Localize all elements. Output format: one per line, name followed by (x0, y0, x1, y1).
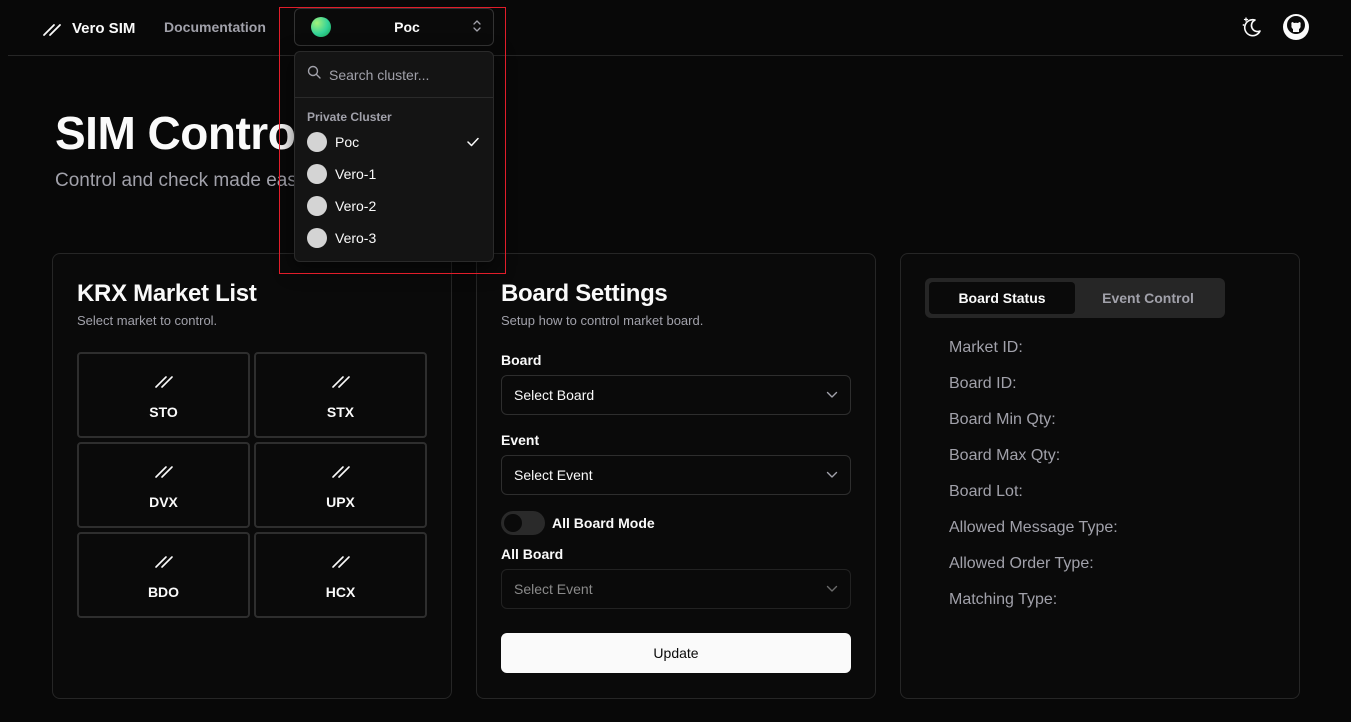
status-field-board-min-qty: Board Min Qty: (949, 411, 1056, 428)
market-code: HCX (325, 583, 356, 600)
slash-icon (154, 551, 174, 574)
cluster-search (295, 52, 493, 98)
theme-toggle-button[interactable] (1240, 15, 1264, 39)
chevron-down-icon (826, 580, 838, 598)
check-icon (467, 135, 479, 150)
all-board-select-value: Select Event (514, 581, 593, 597)
slash-icon (154, 371, 174, 394)
cluster-option-label: Vero-2 (335, 198, 377, 214)
cluster-switcher-button[interactable]: Poc (294, 8, 494, 46)
market-list-description: Select market to control. (77, 313, 218, 328)
cluster-option-label: Poc (335, 134, 360, 150)
all-board-label: All Board (501, 546, 564, 562)
status-field-board-id: Board ID: (949, 375, 1017, 392)
slash-icon (331, 371, 351, 394)
toggle-knob (504, 514, 522, 532)
market-code: DVX (149, 493, 178, 510)
status-field-board-lot: Board Lot: (949, 483, 1023, 500)
cluster-selected-label: Poc (394, 19, 420, 35)
page-subtitle: Control and check made easy (55, 170, 307, 191)
status-tabs: Board Status Event Control (925, 278, 1225, 318)
board-label: Board (501, 352, 542, 368)
market-tile-stx[interactable]: STX (254, 352, 427, 438)
page-title: SIM Control (55, 107, 308, 159)
cluster-group-label: Private Cluster (307, 110, 392, 124)
all-board-mode-toggle[interactable] (501, 511, 545, 535)
cluster-search-input[interactable] (329, 66, 469, 83)
board-status-card: Board Status Event Control Market ID: Bo… (900, 253, 1300, 699)
user-avatar[interactable] (1283, 14, 1309, 40)
market-tile-dvx[interactable]: DVX (77, 442, 250, 528)
cluster-option-vero-3[interactable]: Vero-3 (295, 222, 493, 254)
market-tile-upx[interactable]: UPX (254, 442, 427, 528)
cluster-avatar-icon (307, 228, 327, 248)
moon-stars-icon (1240, 17, 1264, 43)
github-icon (1286, 15, 1306, 40)
board-settings-description: Setup how to control market board. (501, 313, 704, 328)
all-board-select[interactable]: Select Event (501, 569, 851, 609)
cluster-option-poc[interactable]: Poc (295, 126, 493, 158)
market-tile-sto[interactable]: STO (77, 352, 250, 438)
documentation-link[interactable]: Documentation (164, 19, 266, 35)
board-settings-title: Board Settings (501, 280, 668, 307)
cluster-option-label: Vero-1 (335, 166, 377, 182)
event-select[interactable]: Select Event (501, 455, 851, 495)
search-icon (307, 65, 321, 84)
update-button[interactable]: Update (501, 633, 851, 673)
slash-icon (154, 461, 174, 484)
chevron-up-down-icon (473, 19, 481, 35)
market-list-title: KRX Market List (77, 280, 257, 307)
status-field-market-id: Market ID: (949, 339, 1023, 356)
tab-event-control[interactable]: Event Control (1075, 282, 1221, 314)
chevron-down-icon (826, 386, 838, 404)
cluster-option-vero-1[interactable]: Vero-1 (295, 158, 493, 190)
status-field-allowed-message-type: Allowed Message Type: (949, 519, 1118, 536)
market-code: UPX (326, 493, 355, 510)
board-select[interactable]: Select Board (501, 375, 851, 415)
market-code: BDO (147, 583, 180, 600)
status-field-allowed-order-type: Allowed Order Type: (949, 555, 1094, 572)
market-list-card: KRX Market List Select market to control… (52, 253, 452, 699)
chevron-down-icon (826, 466, 838, 484)
cluster-dropdown: Private Cluster Poc Vero-1 Vero-2 Vero-3 (294, 51, 494, 262)
top-nav: Vero SIM Documentation (8, 0, 1343, 56)
event-label: Event (501, 432, 540, 448)
event-select-value: Select Event (514, 467, 593, 483)
cluster-avatar-icon (307, 196, 327, 216)
status-field-board-max-qty: Board Max Qty: (949, 447, 1061, 464)
cluster-option-label: Vero-3 (335, 230, 377, 246)
cluster-avatar-icon (311, 17, 331, 37)
slash-icon (331, 461, 351, 484)
logo-slash-icon (42, 18, 62, 38)
market-tile-hcx[interactable]: HCX (254, 532, 427, 618)
cluster-avatar-icon (307, 164, 327, 184)
market-code: STO (149, 403, 178, 420)
tab-board-status[interactable]: Board Status (929, 282, 1075, 314)
cluster-option-vero-2[interactable]: Vero-2 (295, 190, 493, 222)
status-field-list: Market ID: Board ID: Board Min Qty: Boar… (949, 330, 1118, 618)
slash-icon (331, 551, 351, 574)
board-settings-card: Board Settings Setup how to control mark… (476, 253, 876, 699)
market-grid: STO STX DVX UPX BDO HCX (77, 352, 427, 618)
brand[interactable]: Vero SIM (42, 18, 135, 38)
cluster-avatar-icon (307, 132, 327, 152)
all-board-mode-label: All Board Mode (552, 515, 655, 531)
market-code: STX (326, 403, 355, 420)
brand-name: Vero SIM (72, 19, 136, 37)
board-select-value: Select Board (514, 387, 595, 403)
market-tile-bdo[interactable]: BDO (77, 532, 250, 618)
status-field-matching-type: Matching Type: (949, 591, 1058, 608)
